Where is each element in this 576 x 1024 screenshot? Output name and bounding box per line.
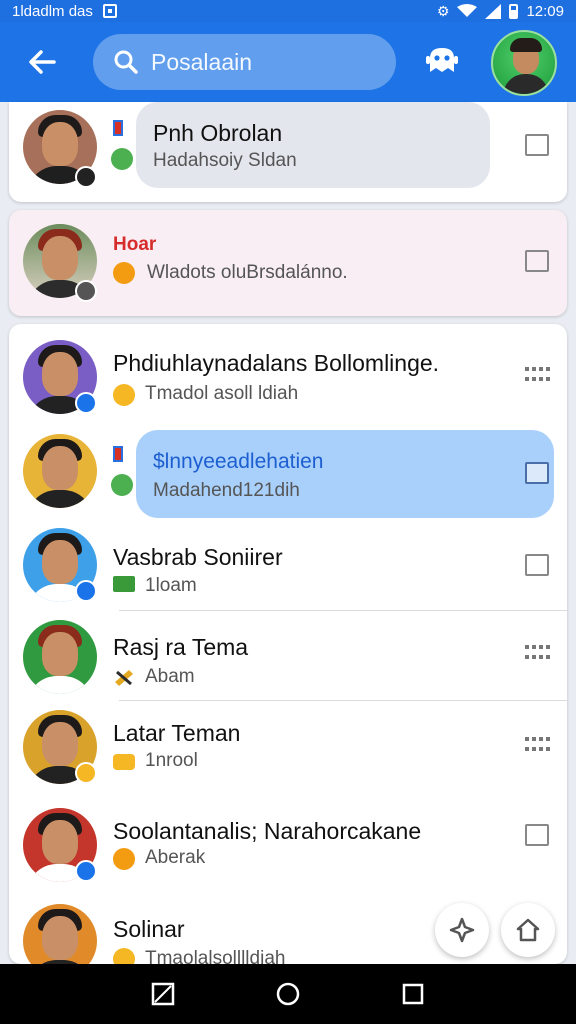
profile-avatar[interactable] [491, 30, 557, 96]
emoji-icon [111, 148, 133, 170]
recents-nav-icon[interactable] [400, 981, 426, 1007]
money-icon [113, 576, 135, 592]
chat-row-3[interactable]: $lnnyeeadlehatien Madahend121dih [9, 428, 567, 518]
more-icon[interactable] [525, 362, 550, 384]
chat-row-0[interactable]: Pnh Obrolan Hadahsoiy Sldan [9, 102, 567, 202]
gear-icon: ⚙ [436, 2, 450, 19]
status-time: 12:09 [526, 2, 564, 20]
chat-list: Phdiuhlaynadalans Bollomlinge. Tmadol as… [9, 324, 567, 964]
unread-badge [75, 860, 97, 882]
chat-card: Hoar Wladots oluBrsdalánno. [9, 210, 567, 316]
bot-icon[interactable] [424, 42, 460, 78]
chat-name: Hoar [113, 234, 157, 255]
spark-icon [449, 917, 475, 943]
ticket-icon [113, 754, 135, 770]
chat-name: Latar Teman [113, 720, 241, 746]
compose-icon[interactable] [525, 824, 549, 846]
chat-name: Rasj ra Tema [113, 634, 249, 660]
pin-icon [113, 446, 123, 462]
chat-row-1[interactable]: Hoar Wladots oluBrsdalánno. [9, 216, 567, 306]
home-nav-icon[interactable] [275, 981, 301, 1007]
chat-name: Soolantanalis; Narahorcakane [113, 818, 422, 844]
search-input[interactable]: Posalaain [151, 49, 252, 76]
signal-icon [485, 3, 502, 19]
chat-name: Phdiuhlaynadalans Bollomlinge. [113, 350, 440, 376]
chat-preview: Abam [145, 666, 195, 687]
compose-icon[interactable] [525, 134, 549, 156]
chat-row-5[interactable]: Rasj ra Tema Abam [9, 614, 567, 704]
compose-icon[interactable] [525, 554, 549, 576]
status-left-text: 1ldadlm das [12, 2, 93, 20]
house-icon [516, 918, 540, 942]
chat-name: Solinar [113, 916, 185, 942]
emoji-icon [113, 262, 135, 284]
search-bar[interactable]: Posalaain [93, 34, 396, 90]
chat-preview: 1loam [145, 575, 197, 596]
more-icon[interactable] [525, 640, 550, 662]
chat-preview: Hadahsoiy Sldan [153, 150, 297, 171]
chat-preview: Tmadol asoll ldiah [145, 383, 299, 404]
thumbs-icon [113, 666, 135, 688]
chat-name: $lnnyeeadlehatien [153, 450, 324, 473]
avatar [23, 904, 97, 964]
search-icon [114, 50, 138, 74]
emoji-icon [111, 474, 133, 496]
unread-badge [75, 580, 97, 602]
back-nav-icon[interactable] [150, 981, 176, 1007]
wifi-icon [457, 4, 478, 17]
chat-preview: 1nrool [145, 750, 198, 771]
compose-icon[interactable] [525, 250, 549, 272]
emoji-icon [113, 384, 135, 406]
status-badge [75, 166, 97, 188]
chat-name: Vasbrab Soniirer [113, 544, 283, 570]
compose-icon[interactable] [525, 462, 549, 484]
avatar [23, 434, 97, 508]
chat-row-2[interactable]: Phdiuhlaynadalans Bollomlinge. Tmadol as… [9, 332, 567, 422]
unread-badge [75, 392, 97, 414]
chat-row-6[interactable]: Latar Teman 1nrool [9, 704, 567, 794]
back-arrow-icon[interactable] [20, 40, 64, 84]
notification-icon [102, 4, 117, 18]
chat-preview: Aberak [145, 847, 206, 868]
chat-preview: Tmaolalsolllldiah [145, 948, 286, 964]
app-bar: Posalaain [0, 22, 576, 102]
spark-button[interactable] [435, 903, 489, 957]
chat-row-4[interactable]: Vasbrab Soniirer 1loam [9, 520, 567, 610]
pin-icon [113, 120, 123, 136]
chat-card: Pnh Obrolan Hadahsoiy Sldan [9, 102, 567, 202]
emoji-icon [113, 948, 135, 964]
system-nav-bar [0, 964, 576, 1024]
chat-preview: Madahend121dih [153, 480, 300, 501]
battery-icon [509, 3, 519, 19]
emoji-icon [113, 848, 135, 870]
divider [119, 700, 567, 701]
status-badge [75, 280, 97, 302]
chat-preview: Wladots oluBrsdalánno. [147, 262, 348, 283]
home-button[interactable] [501, 903, 555, 957]
chat-name: Pnh Obrolan [153, 120, 283, 146]
status-bar: 1ldadlm das ⚙ 12:09 [0, 0, 576, 22]
avatar [23, 620, 97, 694]
message-bubble [136, 430, 554, 518]
chat-row-7[interactable]: Soolantanalis; Narahorcakane Aberak [9, 802, 567, 892]
status-badge [75, 762, 97, 784]
more-icon[interactable] [525, 732, 550, 754]
divider [119, 610, 567, 611]
